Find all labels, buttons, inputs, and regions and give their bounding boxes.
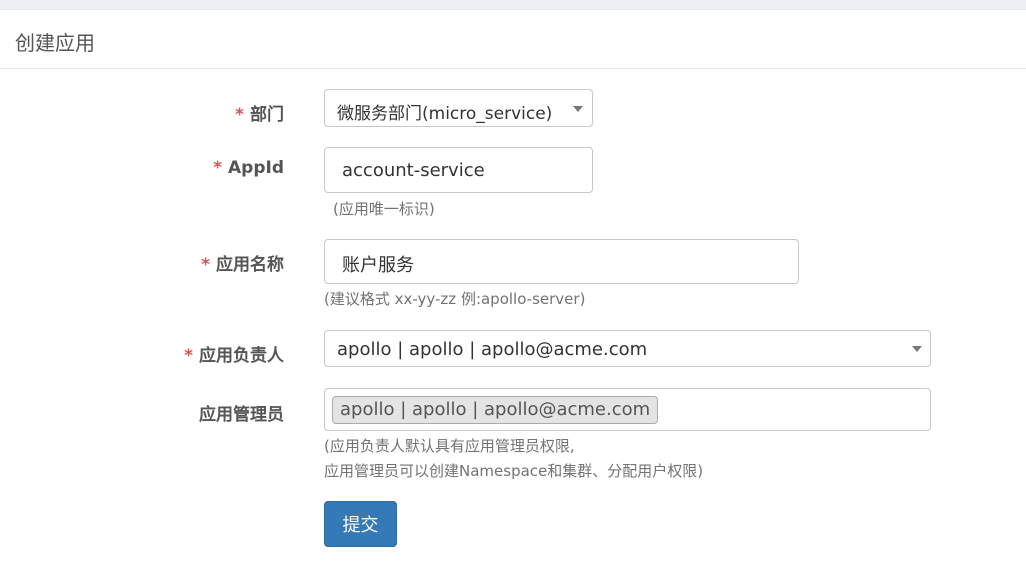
appid-input[interactable]: account-service <box>324 147 593 193</box>
app-name-help-text: (建议格式 xx-yy-zz 例:apollo-server) <box>324 290 586 308</box>
admin-tag[interactable]: apollo | apollo | apollo@acme.com <box>332 396 659 424</box>
top-bar-strip <box>0 0 1026 10</box>
required-mark: * <box>201 255 210 275</box>
appid-input-value: account-service <box>342 160 485 181</box>
required-mark: * <box>213 158 222 178</box>
app-name-input[interactable]: 账户服务 <box>324 239 799 284</box>
admins-label: 应用管理员 <box>199 405 284 425</box>
required-mark: * <box>235 105 244 125</box>
app-name-label: * 应用名称 <box>201 255 284 275</box>
panel-heading: 创建应用 <box>0 10 1026 69</box>
owner-select-value: apollo | apollo | apollo@acme.com <box>337 339 648 360</box>
appid-label: * AppId <box>213 158 284 178</box>
admins-help-line-1: (应用负责人默认具有应用管理员权限, <box>324 437 575 455</box>
required-mark: * <box>184 346 193 366</box>
page-title: 创建应用 <box>15 31 95 55</box>
owner-label: * 应用负责人 <box>184 346 284 366</box>
admins-multiselect[interactable]: apollo | apollo | apollo@acme.com <box>324 388 931 431</box>
owner-select[interactable]: apollo | apollo | apollo@acme.com <box>324 330 931 367</box>
submit-button[interactable]: 提交 <box>324 501 397 547</box>
appid-help-text: (应用唯一标识) <box>333 200 435 218</box>
department-select[interactable]: 微服务部门(micro_service) <box>324 89 593 127</box>
admins-help-line-2: 应用管理员可以创建Namespace和集群、分配用户权限) <box>324 462 704 480</box>
department-select-value: 微服务部门(micro_service) <box>337 104 553 124</box>
app-name-input-value: 账户服务 <box>342 255 414 276</box>
chevron-down-icon <box>573 106 583 112</box>
chevron-down-icon <box>912 346 922 352</box>
department-label: * 部门 <box>235 105 284 125</box>
